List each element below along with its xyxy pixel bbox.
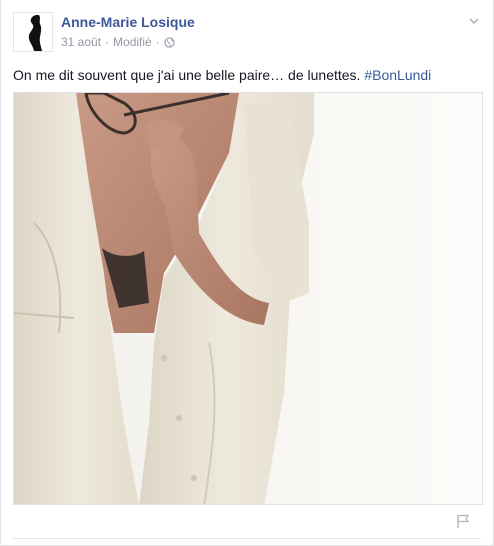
facebook-post: Anne-Marie Losique 31 août · Modifié · O… [0,0,494,546]
post-message: On me dit souvent que j'ai une belle pai… [13,66,481,84]
chevron-down-icon[interactable] [467,14,481,28]
silhouette-logo [14,13,52,51]
post-header: Anne-Marie Losique 31 août · Modifié · [13,12,481,54]
flag-icon[interactable] [455,513,471,529]
hashtag-link[interactable]: #BonLundi [364,67,431,83]
photo-image [14,93,482,504]
meta-separator: · [105,35,110,49]
post-divider [13,538,481,539]
author-name[interactable]: Anne-Marie Losique [61,14,195,30]
post-date[interactable]: 31 août [61,35,101,49]
message-text: On me dit souvent que j'ai une belle pai… [13,67,365,83]
author-avatar[interactable] [13,12,53,52]
edited-label[interactable]: Modifié [113,35,152,49]
post-meta: 31 août · Modifié · [61,35,175,49]
globe-icon[interactable] [164,36,175,48]
post-photo[interactable] [13,92,483,505]
meta-separator: · [155,35,160,49]
